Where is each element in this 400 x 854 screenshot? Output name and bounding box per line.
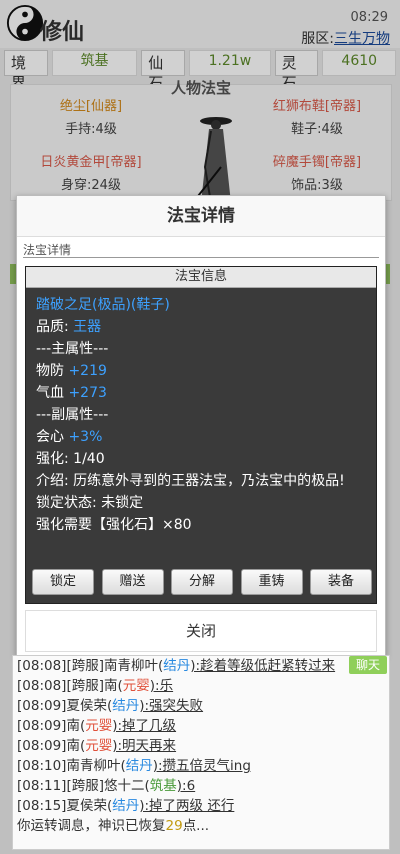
chat-rank: 元婴 (85, 718, 113, 734)
def-value: +219 (68, 363, 107, 379)
chat-sender: [跨服]悠十二( (66, 778, 150, 794)
chat-time: [08:09] (17, 698, 67, 714)
enhance-level: 强化: 1/40 (36, 451, 105, 467)
chat-message[interactable]: [08:09]南(元婴):掉了几级 (13, 716, 389, 736)
chat-text: ):攒五倍灵气ing (152, 758, 251, 774)
chat-rank: 筑基 (149, 778, 177, 794)
chat-sender: 南( (66, 718, 86, 734)
chat-text: ):6 (176, 778, 196, 794)
def-row: 物防 +219 (36, 360, 366, 382)
crit-label: 会心 (36, 429, 64, 445)
chat-text: ):明天再来 (112, 738, 177, 754)
dialog-title: 法宝详情 (17, 196, 385, 237)
chat-time: [08:08] (17, 678, 67, 694)
chat-message[interactable]: [08:15]夏侯荣(结丹):掉了两级 还行 (13, 796, 389, 816)
chat-rank: 结丹 (125, 758, 153, 774)
info-header: 法宝信息 (26, 267, 376, 288)
chat-message[interactable]: [08:08][跨服]南青柳叶(结丹):趁着等级低赶紧转过来 (13, 656, 389, 676)
chat-sender: 南( (66, 738, 86, 754)
hp-value: +273 (68, 385, 107, 401)
lock-button[interactable]: 锁定 (32, 569, 94, 595)
chat-text: ):掉了两级 还行 (139, 798, 235, 814)
quality-label: 品质: (36, 319, 69, 335)
chat-sender: 夏侯荣( (66, 698, 113, 714)
chat-time: [08:09] (17, 718, 67, 734)
chat-rank: 结丹 (112, 698, 140, 714)
action-buttons: 锁定 赠送 分解 重铸 装备 (32, 569, 372, 595)
chat-time: [08:15] (17, 798, 67, 814)
def-label: 物防 (36, 363, 64, 379)
artifact-detail-dialog: 法宝详情 法宝详情 法宝信息 踏破之足(极品)(鞋子) 品质: 王器 ---主属… (16, 195, 386, 657)
chat-sender: [跨服]南( (66, 678, 123, 694)
chat-text: ):趁着等级低赶紧转过来 (190, 658, 336, 674)
equip-button[interactable]: 装备 (310, 569, 372, 595)
chat-time: [08:09] (17, 738, 67, 754)
chat-rank: 元婴 (85, 738, 113, 754)
close-button[interactable]: 关闭 (25, 610, 377, 652)
quality-row: 品质: 王器 (36, 316, 366, 338)
artifact-info-box: 法宝信息 踏破之足(极品)(鞋子) 品质: 王器 ---主属性--- 物防 +2… (25, 266, 377, 604)
chat-time: [08:08] (17, 658, 67, 674)
chat-text: ):乐 (149, 678, 174, 694)
info-body: 踏破之足(极品)(鞋子) 品质: 王器 ---主属性--- 物防 +219 气血… (26, 288, 376, 542)
chat-message[interactable]: [08:09]南(元婴):明天再来 (13, 736, 389, 756)
hp-row: 气血 +273 (36, 382, 366, 404)
chat-rank: 元婴 (122, 678, 150, 694)
hp-label: 气血 (36, 385, 64, 401)
chat-message[interactable]: [08:08][跨服]南(元婴):乐 (13, 676, 389, 696)
chat-time: [08:10] (17, 758, 67, 774)
divider (23, 257, 379, 258)
chat-time: [08:11] (17, 778, 67, 794)
chat-message[interactable]: [08:11][跨服]悠十二(筑基):6 (13, 776, 389, 796)
quality-value: 王器 (73, 319, 102, 335)
chat-log[interactable]: 聊天 [08:08][跨服]南青柳叶(结丹):趁着等级低赶紧转过来 [08:08]… (12, 655, 390, 850)
status-value: 29 (165, 818, 183, 834)
chat-message[interactable]: [08:09]夏侯荣(结丹):强突失败 (13, 696, 389, 716)
chat-rank: 结丹 (112, 798, 140, 814)
chat-text: ):强突失败 (139, 698, 204, 714)
chat-sender: 夏侯荣( (66, 798, 113, 814)
artifact-name: 踏破之足(极品)(鞋子) (36, 297, 170, 313)
chat-text: ):掉了几级 (112, 718, 177, 734)
lock-status: 锁定状态: 未锁定 (36, 495, 144, 511)
decompose-button[interactable]: 分解 (171, 569, 233, 595)
main-attr-header: ---主属性--- (36, 341, 109, 357)
enhance-requirement: 强化需要【强化石】×80 (36, 517, 192, 533)
chat-sender: 南青柳叶( (66, 758, 126, 774)
chat-message[interactable]: [08:10]南青柳叶(结丹):攒五倍灵气ing (13, 756, 389, 776)
dialog-subtitle: 法宝详情 (23, 243, 72, 257)
status-prefix: 你运转调息，神识已恢复 (17, 818, 166, 834)
reforge-button[interactable]: 重铸 (240, 569, 303, 595)
chat-button[interactable]: 聊天 (349, 656, 387, 674)
status-line: 你运转调息，神识已恢复29点... (13, 816, 389, 836)
gift-button[interactable]: 赠送 (101, 569, 164, 595)
crit-value: +3% (68, 429, 103, 445)
crit-row: 会心 +3% (36, 426, 366, 448)
chat-sender: [跨服]南青柳叶( (66, 658, 164, 674)
artifact-intro: 介绍: 历练意外寻到的王器法宝，乃法宝中的极品! (36, 473, 345, 489)
sub-attr-header: ---副属性--- (36, 407, 109, 423)
chat-rank: 结丹 (163, 658, 191, 674)
status-suffix: 点... (182, 818, 210, 834)
